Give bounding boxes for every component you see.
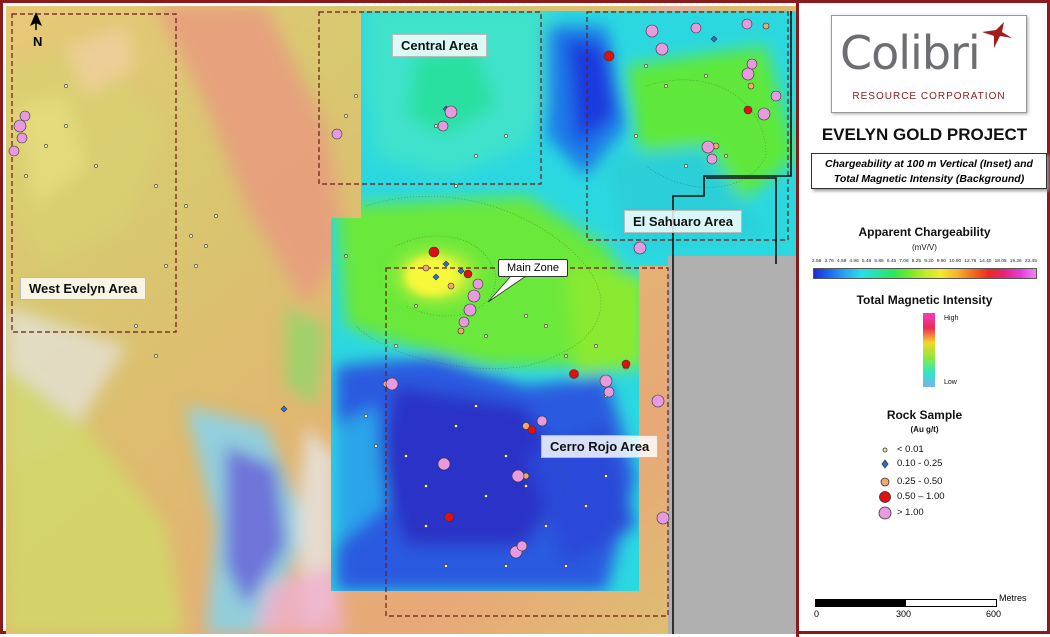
chargeability-tick: 4.58 [836, 259, 847, 264]
chargeability-tick: 12.75 [964, 259, 977, 264]
chargeability-tick: 4.96 [849, 259, 859, 264]
chargeability-tick: 23.45 [1024, 259, 1037, 264]
scale-label-0: 0 [814, 609, 820, 619]
tmi-high-label: High [944, 315, 959, 322]
circle-icon [878, 506, 892, 520]
scale-label-300: 300 [896, 609, 912, 619]
diamond-icon [881, 459, 889, 469]
company-logo: Colibri RESOURCE CORPORATION [831, 15, 1027, 113]
chargeability-tick: 19.26 [1009, 259, 1022, 264]
scale-label-600: 600 [986, 609, 1002, 619]
chargeability-tick: 9.20 [924, 259, 934, 264]
north-label: N [33, 34, 43, 49]
el-sahuaro-area-label: El Sahuaro Area [624, 210, 742, 233]
figure-frame: N Central Area El Sahuaro Area West Evel… [0, 0, 1050, 637]
circle-icon [880, 477, 890, 487]
tmi-colorbar [923, 313, 935, 387]
chargeability-tick: 6.45 [886, 259, 897, 264]
tmi-low-label: Low [944, 379, 957, 386]
chargeability-ticks: 2.56 3.76 4.58 4.96 5.48 5.85 6.45 7.06 8.25 9.20… [812, 259, 1037, 267]
logo-subtitle: RESOURCE CORPORATION [852, 91, 1006, 102]
rock-class-label: > 1.00 [897, 507, 924, 518]
chargeability-tick: 14.40 [979, 259, 992, 264]
cerro-rojo-area-label: Cerro Rojo Area [541, 435, 659, 458]
rock-sample-unit: (Au g/t) [910, 425, 939, 434]
chargeability-unit: (mV/V) [912, 243, 937, 252]
map-canvas [6, 6, 796, 634]
chargeability-title: Apparent Chargeability [858, 225, 991, 239]
chargeability-tick: 10.90 [949, 259, 962, 264]
no-data-zone [668, 256, 796, 634]
central-area-label: Central Area [392, 34, 487, 57]
project-title: EVELYN GOLD PROJECT [821, 125, 1028, 144]
rock-sample-title: Rock Sample [886, 408, 963, 422]
subtitle-line-2: Total Magnetic Intensity (Background) [833, 173, 1025, 185]
tmi-title: Total Magnetic Intensity [856, 293, 993, 307]
chargeability-tick: 18.05 [994, 259, 1007, 264]
west-evelyn-area-label: West Evelyn Area [20, 277, 147, 300]
hummingbird-icon [982, 22, 1012, 48]
scale-unit: Metres [999, 593, 1027, 603]
chargeability-colorbar [813, 268, 1037, 279]
scale-bar [815, 599, 997, 607]
chargeability-tick: 5.85 [874, 259, 884, 264]
rock-class-label: 0.50 – 1.00 [897, 491, 945, 502]
map-subtitle: Chargeability at 100 m Vertical (Inset) … [811, 153, 1047, 189]
scale-segment-1 [816, 600, 906, 606]
circle-icon [879, 491, 891, 503]
rock-class-label: 0.25 - 0.50 [897, 476, 943, 487]
rock-class-label: 0.10 - 0.25 [897, 458, 943, 469]
rock-class-label: < 0.01 [897, 444, 924, 455]
scale-segment-2 [906, 600, 996, 606]
chargeability-tick: 8.25 [911, 259, 922, 264]
chargeability-tick: 7.06 [899, 259, 909, 264]
map-panel: N Central Area El Sahuaro Area West Evel… [6, 6, 796, 634]
legend-panel: Colibri RESOURCE CORPORATION EVELYN GOLD… [799, 3, 1050, 634]
chargeability-tick: 2.56 [812, 259, 822, 264]
chargeability-tick: 9.90 [936, 259, 947, 264]
chargeability-tick: 3.76 [824, 259, 834, 264]
subtitle-line-1: Chargeability at 100 m Vertical (Inset) … [825, 158, 1033, 170]
chargeability-tick: 5.48 [861, 259, 872, 264]
main-zone-callout: Main Zone [498, 259, 568, 277]
logo-wordmark: Colibri [840, 26, 981, 80]
